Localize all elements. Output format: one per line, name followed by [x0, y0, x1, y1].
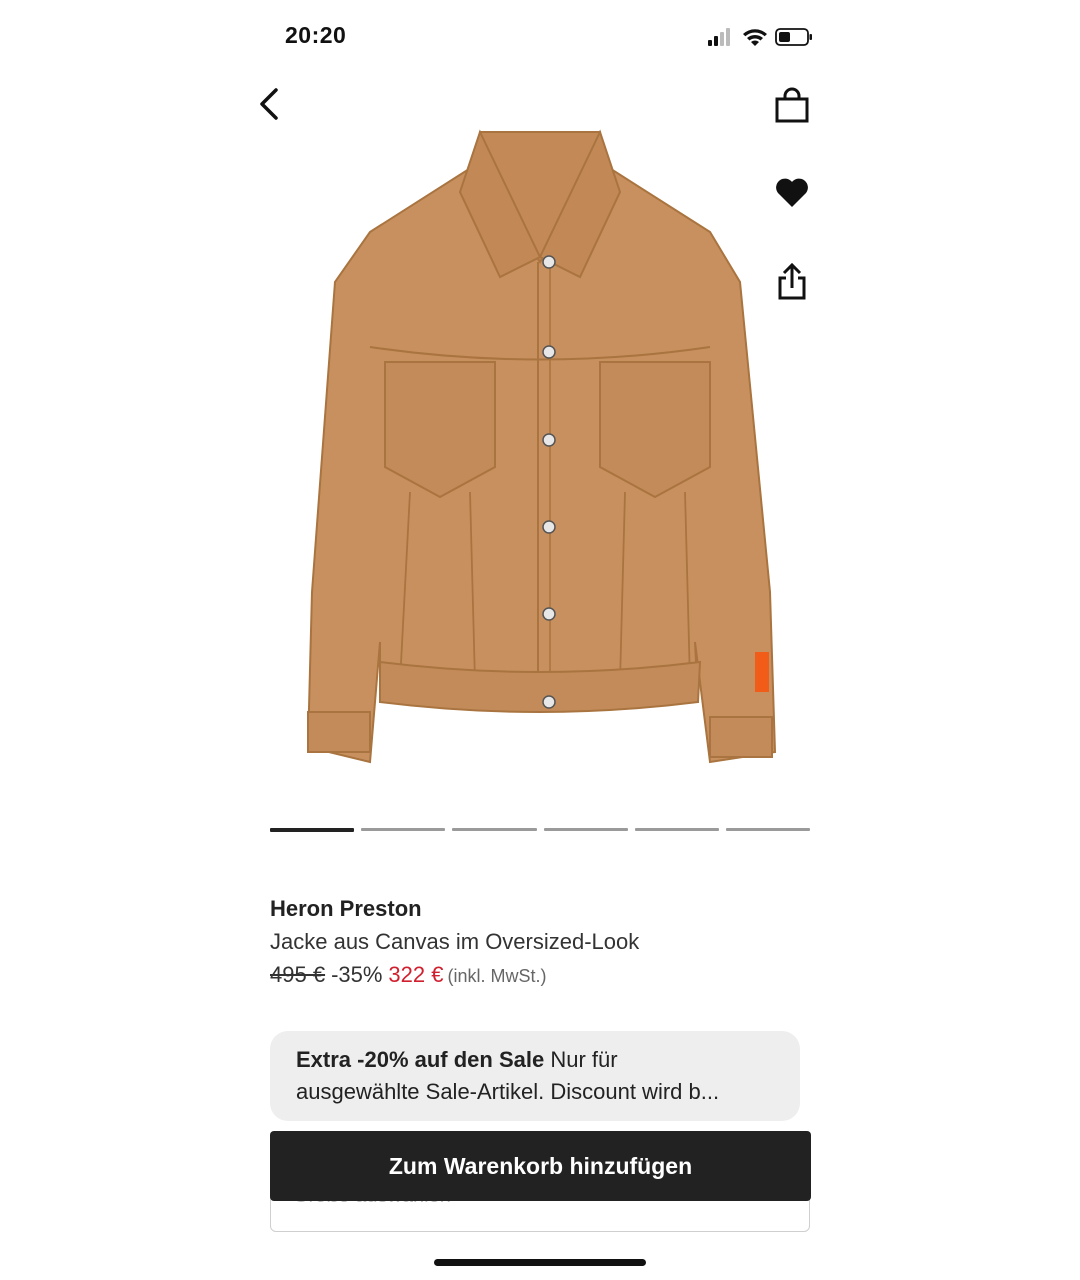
old-price: 495 € — [270, 962, 326, 987]
price-row: 495 € -35% 322 € (inkl. MwSt.) — [270, 962, 546, 988]
pager-dot[interactable] — [543, 828, 628, 831]
pager-dot[interactable] — [452, 828, 537, 831]
shopping-bag-icon[interactable] — [772, 86, 812, 124]
tax-note: (inkl. MwSt.) — [447, 966, 547, 986]
signal-icon — [708, 28, 730, 46]
sale-price: 322 € — [388, 962, 444, 987]
pager-dot[interactable] — [361, 828, 446, 831]
pager-dot[interactable] — [270, 828, 355, 832]
status-time: 20:20 — [285, 22, 347, 48]
promo-text-line1: Nur für — [544, 1047, 618, 1072]
home-indicator[interactable] — [434, 1259, 646, 1266]
back-icon[interactable] — [252, 84, 288, 124]
wifi-icon — [743, 29, 767, 46]
add-to-cart-button[interactable]: Zum Warenkorb hinzufügen — [270, 1131, 811, 1201]
battery-icon — [775, 28, 812, 46]
pager-dot[interactable] — [634, 828, 719, 831]
product-image[interactable] — [300, 122, 780, 772]
discount-badge: -35% — [331, 962, 383, 987]
status-icons — [708, 28, 812, 46]
pager-dot[interactable] — [725, 828, 811, 831]
product-name: Jacke aus Canvas im Oversized-Look — [270, 929, 640, 954]
image-pager[interactable] — [270, 828, 811, 833]
promo-title: Extra -20% auf den Sale — [296, 1047, 545, 1072]
promo-text-line2: ausgewählte Sale-Artikel. Discount wird … — [296, 1079, 720, 1104]
product-brand[interactable]: Heron Preston — [270, 896, 422, 922]
promo-banner[interactable]: Extra -20% auf den Sale Nur für ausgewäh… — [270, 1031, 800, 1121]
